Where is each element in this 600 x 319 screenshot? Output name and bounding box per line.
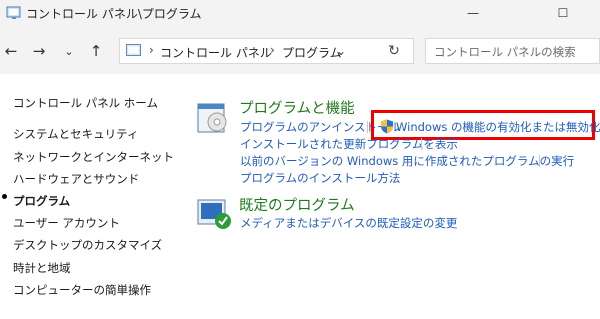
search-input[interactable]: コントロール パネルの検索 — [425, 38, 600, 64]
sidebar-item-ease-of-access[interactable]: コンピューターの簡単操作 — [13, 282, 151, 298]
arrow-left-icon[interactable]: ← — [0, 40, 22, 62]
chevron-down-icon[interactable]: ⌄ — [58, 40, 80, 62]
control-panel-icon — [6, 6, 21, 19]
minimize-button[interactable]: — — [450, 1, 496, 25]
window-title: コントロール パネル\プログラム — [26, 7, 202, 21]
chevron-down-icon[interactable]: ⌄ — [336, 44, 346, 58]
link-separator — [539, 155, 540, 167]
search-placeholder: コントロール パネルの検索 — [434, 45, 576, 59]
title-bar: コントロール パネル\プログラム — ☐ — [0, 0, 600, 28]
breadcrumb-programs[interactable]: プログラム — [282, 44, 342, 61]
default-programs-icon — [197, 199, 231, 229]
link-separator — [421, 138, 422, 150]
sidebar-home-link[interactable]: コントロール パネル ホーム — [13, 95, 158, 111]
programs-features-title[interactable]: プログラムと機能 — [239, 97, 355, 118]
sidebar-item-clock-region[interactable]: 時計と地域 — [13, 260, 71, 276]
sidebar-item-hardware-sound[interactable]: ハードウェアとサウンド — [13, 171, 139, 187]
default-settings-link[interactable]: メディアまたはデバイスの既定設定の変更 — [240, 215, 457, 231]
uac-shield-icon — [381, 119, 393, 134]
programs-disc-icon — [197, 103, 227, 133]
windows-features-link[interactable]: Windows の機能の有効化または無効化 — [396, 119, 600, 135]
refresh-icon[interactable]: ↻ — [384, 41, 404, 61]
link-separator — [367, 121, 368, 133]
breadcrumb-separator: › — [270, 43, 275, 57]
sidebar-item-programs[interactable]: プログラム — [13, 193, 70, 209]
sidebar-item-network[interactable]: ネットワークとインターネット — [13, 149, 174, 165]
arrow-right-icon[interactable]: → — [28, 40, 50, 62]
view-updates-link[interactable]: インストールされた更新プログラムを表示 — [240, 136, 458, 152]
sidebar-item-personalization[interactable]: デスクトップのカスタマイズ — [13, 237, 162, 253]
install-howto-link[interactable]: プログラムのインストール方法 — [240, 170, 400, 186]
arrow-up-icon[interactable]: ↑ — [85, 40, 107, 62]
maximize-button[interactable]: ☐ — [540, 1, 586, 25]
address-bar[interactable]: › コントロール パネル › プログラム — [119, 38, 414, 64]
sidebar-item-user-accounts[interactable]: ユーザー アカウント — [13, 215, 120, 231]
breadcrumb-separator: › — [149, 43, 154, 57]
control-panel-icon — [126, 44, 141, 56]
sidebar-item-system-security[interactable]: システムとセキュリティ — [13, 126, 138, 142]
active-item-bullet — [2, 194, 7, 199]
default-programs-title[interactable]: 既定のプログラム — [239, 194, 355, 215]
breadcrumb-control-panel[interactable]: コントロール パネル — [160, 44, 272, 61]
compatibility-link[interactable]: 以前のバージョンの Windows 用に作成されたプログラムの実行 — [240, 153, 574, 169]
